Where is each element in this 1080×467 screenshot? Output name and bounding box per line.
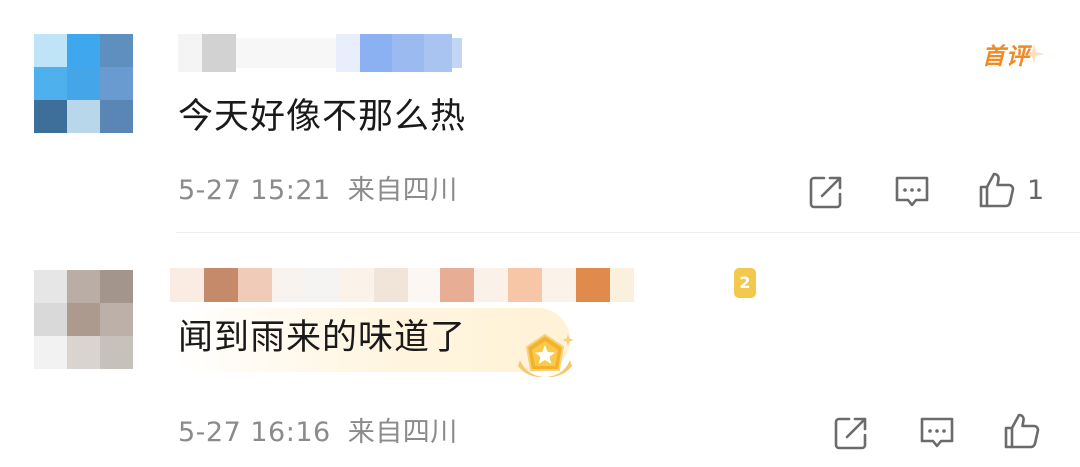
fan-badge (514, 330, 576, 384)
like-button[interactable]: 1 (977, 170, 1044, 210)
like-count: 1 (1027, 174, 1045, 206)
first-comment-badge: 首评 (978, 40, 1050, 80)
comment-list: 首评 今天好像不那么热 5-27 15:21 来自四川 1 2 闻到雨来的味道了… (0, 0, 1080, 467)
share-icon (809, 176, 842, 209)
share-icon (834, 417, 867, 450)
first-comment-label: 首评 (982, 44, 1030, 70)
comment-location: 来自四川 (347, 417, 458, 448)
divider (176, 232, 1080, 233)
comment-meta: 5-27 16:16 来自四川 (178, 419, 458, 446)
level-badge: 2 (734, 268, 756, 298)
comment-location: 来自四川 (347, 175, 458, 206)
like-icon (1004, 413, 1040, 449)
comment-text: 今天好像不那么热 (178, 97, 467, 137)
like-button[interactable] (1002, 411, 1042, 451)
like-icon (979, 172, 1015, 208)
username[interactable] (178, 34, 462, 72)
share-button[interactable] (833, 415, 869, 451)
comment-icon (895, 176, 929, 207)
comment-time: 5-27 16:16 (178, 417, 331, 448)
comment-button[interactable] (918, 415, 956, 451)
share-button[interactable] (808, 174, 844, 210)
comment-button[interactable] (893, 174, 931, 210)
avatar[interactable] (34, 34, 133, 133)
comment-text: 闻到雨来的味道了 (178, 318, 467, 358)
comment-icon (920, 417, 954, 448)
star-badge-icon (518, 333, 574, 378)
comment-meta: 5-27 15:21 来自四川 (178, 177, 458, 204)
comment-time: 5-27 15:21 (178, 175, 331, 206)
avatar[interactable] (34, 270, 133, 369)
username[interactable] (170, 268, 634, 302)
